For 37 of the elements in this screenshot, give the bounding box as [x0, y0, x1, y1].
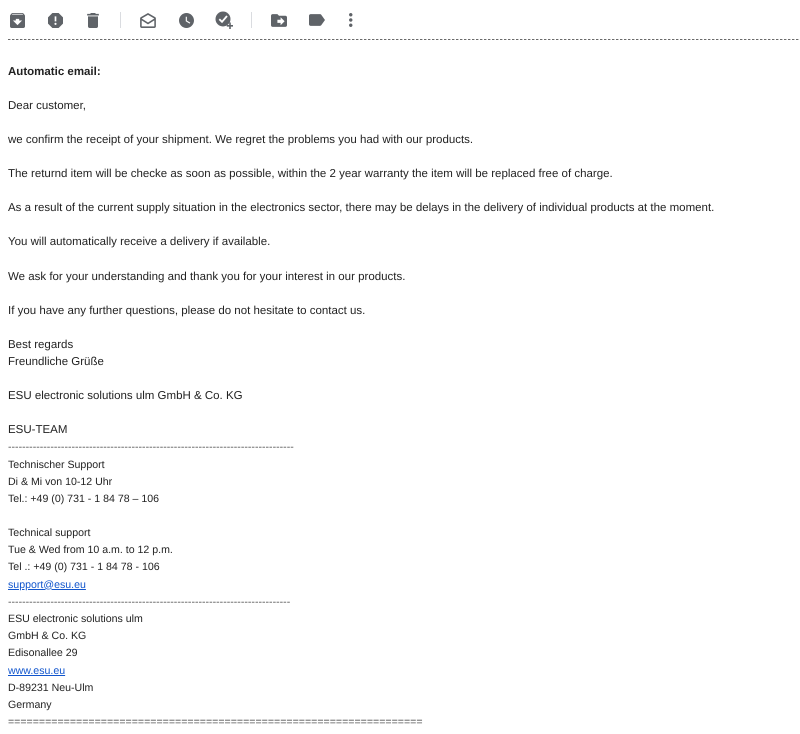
- signature-line: Tue & Wed from 10 a.m. to 12 p.m.: [8, 543, 173, 558]
- check-plus-icon[interactable]: [215, 11, 233, 29]
- email-heading: Automatic email:: [8, 65, 101, 80]
- signature-line: ESU electronic solutions ulm: [8, 612, 143, 628]
- email-paragraph: Best regards: [8, 338, 74, 353]
- email-paragraph: You will automatically receive a delivery if available.: [8, 235, 270, 250]
- signature-line: D-89231 Neu-Ulm: [8, 680, 94, 696]
- team-name: ESU-TEAM: [8, 423, 68, 438]
- separator-text: ===================================================================: [8, 715, 423, 730]
- email-paragraph: If you have any further questions, please do not hesitate to contact us.: [8, 304, 366, 319]
- signature-link[interactable]: support@esu.eu: [8, 576, 86, 594]
- more-vertical-icon[interactable]: [349, 13, 353, 27]
- separator-text: ---------------------------------------------------------------------------------: [8, 440, 294, 456]
- tag-icon[interactable]: [309, 14, 325, 26]
- signature-line: Technischer Support: [8, 458, 105, 473]
- signature-line: Germany: [8, 698, 52, 714]
- email-paragraph: we confirm the receipt of your shipment. We regret the problems you had with our products.: [8, 133, 474, 148]
- signature-line: Edisonallee 29: [8, 646, 78, 662]
- signature-link[interactable]: www.esu.eu: [8, 662, 66, 680]
- email-paragraph: As a result of the current supply situation in the electronics sector, there may be delays in the delivery of individual products at the moment.: [8, 201, 714, 216]
- email-paragraph: ESU electronic solutions ulm GmbH & Co. KG: [8, 389, 243, 404]
- folder-arrow-icon[interactable]: [271, 14, 287, 26]
- signature-line: Technical support: [8, 526, 90, 542]
- signature-line: Di & Mi von 10-12 Uhr: [8, 474, 112, 490]
- signature-line: Tel.: +49 (0) 731 - 1 84 78 – 106: [8, 492, 160, 507]
- signature-line: Tel .: +49 (0) 731 - 1 84 78 - 106: [8, 560, 160, 576]
- email-paragraph: We ask for your understanding and thank you for your interest in our products.: [8, 270, 406, 285]
- open-envelope-icon[interactable]: [140, 12, 156, 28]
- separator-text: --------------------------------------------------------------------------------: [8, 594, 290, 610]
- email-paragraph: Freundliche Grüße: [8, 354, 104, 370]
- trash-icon[interactable]: [87, 12, 99, 28]
- signature-line: GmbH & Co. KG: [8, 629, 86, 644]
- archive-icon[interactable]: [10, 12, 24, 28]
- warning-octagon-icon[interactable]: [48, 12, 62, 28]
- clock-icon[interactable]: [178, 12, 194, 28]
- email-paragraph: The returnd item will be checke as soon as possible, within the 2 year warranty the item will be replaced free of charge.: [8, 167, 613, 182]
- email-paragraph: Dear customer,: [8, 99, 86, 114]
